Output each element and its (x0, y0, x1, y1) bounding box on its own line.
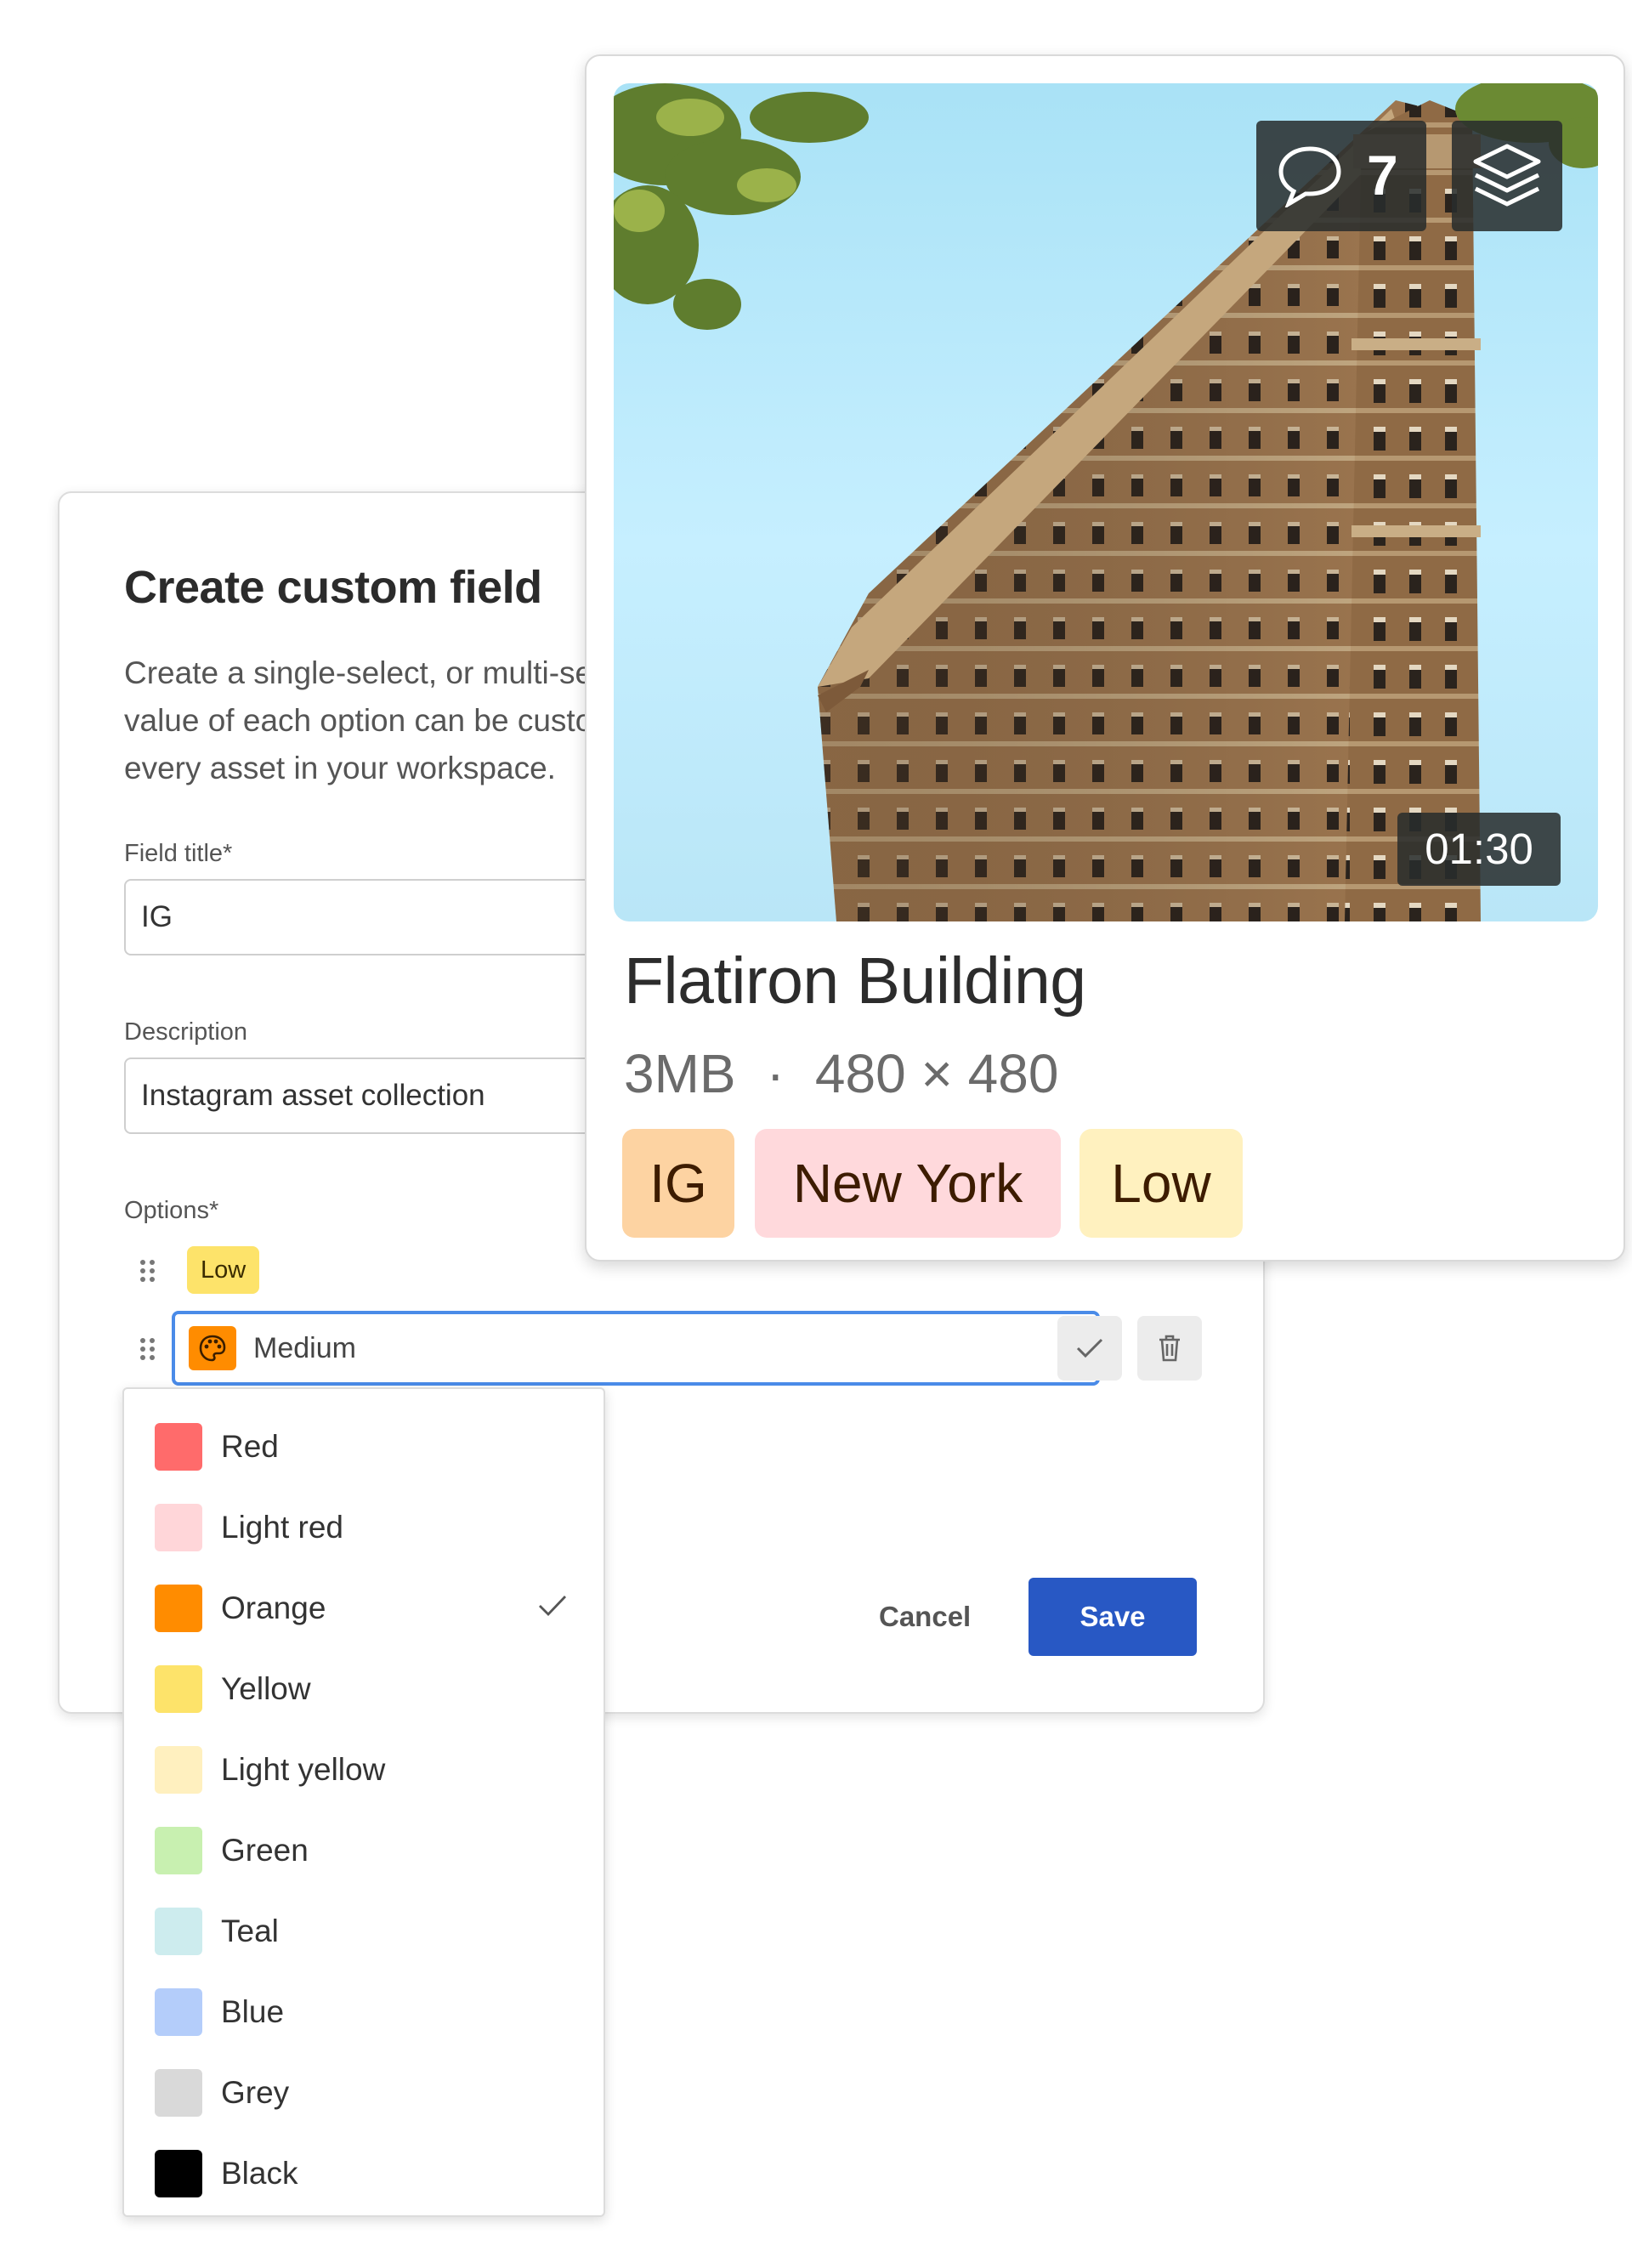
color-name: Grey (221, 2075, 290, 2110)
color-name: Light red (221, 1510, 343, 1545)
layers-icon (1473, 144, 1541, 207)
tag-ig[interactable]: IG (622, 1129, 734, 1238)
building-photo (614, 83, 1598, 921)
color-dropdown: Red Light red Orange Yellow Light yellow… (122, 1387, 605, 2217)
video-duration: 01:30 (1397, 813, 1561, 886)
option-name-value: Medium (253, 1332, 356, 1364)
color-name: Teal (221, 1914, 279, 1948)
color-option-orange[interactable]: Orange (155, 1583, 580, 1634)
color-swatch (155, 1827, 202, 1874)
tag-new-york[interactable]: New York (755, 1129, 1061, 1238)
color-swatch (155, 1423, 202, 1471)
comments-badge[interactable]: 7 (1256, 121, 1426, 231)
file-size: 3MB (624, 1043, 736, 1104)
color-name: Orange (221, 1590, 326, 1625)
color-name: Light yellow (221, 1752, 386, 1787)
color-swatch (155, 1665, 202, 1713)
field-title-label: Field title* (124, 840, 233, 867)
color-name: Red (221, 1429, 279, 1464)
color-option-yellow[interactable]: Yellow (155, 1664, 580, 1715)
tag-low[interactable]: Low (1080, 1129, 1243, 1238)
color-option-teal[interactable]: Teal (155, 1906, 580, 1957)
trash-icon (1159, 1335, 1180, 1362)
color-option-black[interactable]: Black (155, 2148, 580, 2199)
selected-check-icon (539, 1596, 567, 1617)
color-option-green[interactable]: Green (155, 1825, 580, 1876)
dialog-title: Create custom field (124, 562, 542, 613)
palette-icon (199, 1335, 226, 1362)
option-name-input[interactable]: Medium (172, 1311, 1100, 1386)
check-icon (1076, 1338, 1103, 1358)
comment-icon (1278, 146, 1341, 207)
option-chip-low[interactable]: Low (187, 1246, 260, 1294)
color-name: Black (221, 2156, 298, 2191)
drag-handle-icon[interactable] (138, 1336, 158, 1362)
delete-option-button[interactable] (1137, 1316, 1202, 1381)
color-swatch (155, 1988, 202, 2036)
versions-badge[interactable] (1452, 121, 1562, 231)
description-label: Description (124, 1018, 248, 1046)
asset-thumbnail[interactable]: 7 01:30 (614, 83, 1598, 921)
meta-separator: · (766, 1043, 785, 1104)
color-picker-button[interactable] (189, 1326, 236, 1370)
color-option-blue[interactable]: Blue (155, 1987, 580, 2038)
options-label: Options* (124, 1197, 219, 1224)
image-dimensions: 480 × 480 (814, 1043, 1059, 1104)
color-option-light-red[interactable]: Light red (155, 1502, 580, 1553)
cancel-button[interactable]: Cancel (858, 1578, 991, 1656)
color-name: Yellow (221, 1671, 311, 1706)
comments-count: 7 (1367, 144, 1398, 207)
color-option-grey[interactable]: Grey (155, 2067, 580, 2118)
confirm-option-button[interactable] (1057, 1316, 1122, 1381)
color-swatch (155, 2150, 202, 2197)
color-name: Green (221, 1833, 309, 1868)
color-swatch (155, 1585, 202, 1632)
color-option-red[interactable]: Red (155, 1421, 580, 1472)
color-swatch (155, 1504, 202, 1551)
color-option-light-yellow[interactable]: Light yellow (155, 1744, 580, 1795)
asset-title: Flatiron Building (624, 944, 1086, 1018)
color-name: Blue (221, 1994, 285, 2029)
asset-card[interactable]: 7 01:30 Flatiron Building 3MB · 480 × 480 … (585, 54, 1625, 1262)
color-swatch (155, 1746, 202, 1794)
color-swatch (155, 1908, 202, 1955)
drag-handle-icon[interactable] (138, 1258, 158, 1284)
save-button[interactable]: Save (1028, 1578, 1197, 1656)
color-swatch (155, 2069, 202, 2117)
asset-meta: 3MB · 480 × 480 (624, 1042, 1058, 1105)
